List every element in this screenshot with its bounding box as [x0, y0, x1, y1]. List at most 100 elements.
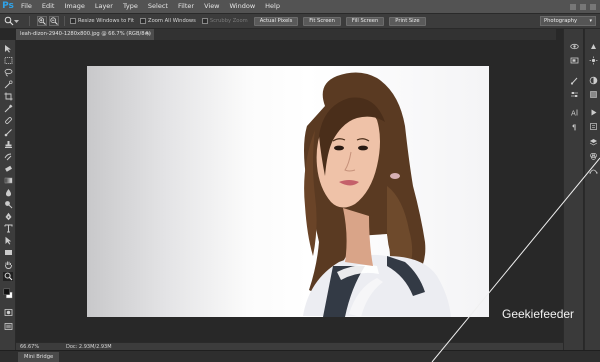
svg-text:¶: ¶: [572, 123, 576, 131]
document-tab-title: leah-dizon-2940-1280x800.jpg @ 66.7% (RG…: [20, 31, 151, 37]
arrow-icon: [5, 236, 11, 245]
screen-mode-button[interactable]: [3, 322, 13, 331]
brush-tool[interactable]: [3, 128, 13, 137]
clone-stamp-tool[interactable]: [3, 140, 13, 149]
print-size-button[interactable]: Print Size: [389, 16, 426, 26]
scrubby-zoom-checkbox[interactable]: Scrubby Zoom: [201, 18, 248, 24]
navigator-icon: [570, 57, 578, 63]
menu-help[interactable]: Help: [260, 0, 285, 13]
history-icon: [589, 122, 597, 130]
gradient-tool[interactable]: [3, 176, 13, 185]
rectangle-icon: [4, 250, 12, 255]
screen-mode-icon: [4, 323, 12, 330]
svg-text:A: A: [571, 109, 576, 117]
dodge-tool[interactable]: [3, 200, 13, 209]
path-selection-tool[interactable]: [3, 236, 13, 245]
tool-presets-button[interactable]: [568, 89, 580, 99]
tool-preset-picker[interactable]: [4, 15, 24, 27]
character-panel-button[interactable]: A: [568, 107, 580, 117]
document-tab-bar: leah-dizon-2940-1280x800.jpg @ 66.7% (RG…: [16, 29, 556, 40]
document-photo[interactable]: [87, 66, 489, 317]
blur-tool[interactable]: [3, 188, 13, 197]
zoom-all-windows-checkbox[interactable]: Zoom All Windows: [140, 18, 196, 24]
eraser-tool[interactable]: [3, 164, 13, 173]
menu-filter[interactable]: Filter: [173, 0, 199, 13]
workspace-switcher[interactable]: Photography ▾: [540, 16, 596, 26]
mini-bridge-tab[interactable]: Mini Bridge: [18, 352, 60, 362]
healing-brush-tool[interactable]: [3, 116, 13, 125]
zoom-tool[interactable]: [3, 272, 13, 281]
crop-tool[interactable]: [3, 92, 13, 101]
menu-type[interactable]: Type: [118, 0, 143, 13]
channels-icon: [589, 152, 597, 160]
checkbox-box: [140, 18, 147, 24]
scrubby-zoom-label: Scrubby Zoom: [209, 18, 248, 24]
marquee-tool[interactable]: [3, 56, 13, 65]
pen-tool[interactable]: [3, 212, 13, 221]
move-tool[interactable]: [3, 44, 13, 53]
adjustments-panel-button[interactable]: [587, 75, 599, 85]
fit-screen-button[interactable]: Fit Screen: [303, 16, 341, 26]
eraser-icon: [4, 165, 12, 172]
shape-tool[interactable]: [3, 248, 13, 257]
paragraph-panel-button[interactable]: ¶: [568, 121, 580, 131]
color-swatches[interactable]: [3, 285, 13, 301]
eyedropper-tool[interactable]: [3, 104, 13, 113]
minimize-button[interactable]: [570, 3, 576, 10]
divider: [64, 16, 65, 26]
actual-pixels-button[interactable]: Actual Pixels: [253, 16, 299, 26]
paths-panel-button[interactable]: [587, 165, 599, 175]
swatches-panel-button[interactable]: [587, 55, 599, 65]
history-brush-tool[interactable]: [3, 152, 13, 161]
channels-panel-button[interactable]: [587, 151, 599, 161]
brush-preset-icon: [570, 77, 577, 85]
lasso-tool[interactable]: [3, 68, 13, 77]
panel-dock-right: [584, 29, 600, 350]
zoom-in-button[interactable]: [37, 16, 47, 26]
menu-layer[interactable]: Layer: [90, 0, 118, 13]
menu-edit[interactable]: Edit: [37, 0, 60, 13]
marquee-icon: [4, 57, 12, 64]
navigator-panel-button[interactable]: [568, 55, 580, 65]
history-panel-button[interactable]: [587, 121, 599, 131]
zoom-level[interactable]: 66.67%: [16, 343, 42, 350]
portrait-image: [303, 72, 451, 317]
actions-panel-button[interactable]: [587, 107, 599, 117]
play-icon: [591, 109, 596, 115]
histogram-panel-button[interactable]: [568, 41, 580, 51]
panel-dock-left: A ¶: [563, 29, 583, 350]
brush-presets-button[interactable]: [568, 75, 580, 85]
menu-select[interactable]: Select: [143, 0, 173, 13]
color-panel-button[interactable]: [587, 41, 599, 51]
type-tool[interactable]: [3, 224, 13, 233]
history-brush-icon: [4, 153, 11, 161]
brush-icon: [4, 129, 12, 137]
gradient-icon: [4, 177, 12, 184]
status-bar: 66.67% Doc: 2.93M/2.93M: [16, 342, 563, 350]
menu-file[interactable]: File: [16, 0, 37, 13]
menu-view[interactable]: View: [199, 0, 224, 13]
styles-panel-button[interactable]: [587, 89, 599, 99]
eye-icon: [569, 43, 579, 49]
menu-image[interactable]: Image: [59, 0, 89, 13]
lasso-icon: [4, 68, 12, 77]
sliders-icon: [570, 91, 578, 97]
sun-icon: [589, 56, 597, 64]
quick-mask-button[interactable]: [3, 308, 13, 317]
droplet-icon: [5, 189, 11, 197]
zoom-out-button[interactable]: [49, 16, 59, 26]
fill-screen-button[interactable]: Fill Screen: [345, 16, 385, 26]
canvas-area[interactable]: [16, 40, 563, 342]
resize-windows-label: Resize Windows to Fit: [78, 18, 135, 24]
hand-tool[interactable]: [3, 260, 13, 269]
quick-selection-tool[interactable]: [3, 80, 13, 89]
layers-panel-button[interactable]: [587, 137, 599, 147]
workspace-label: Photography: [544, 18, 578, 24]
maximize-button[interactable]: [580, 3, 586, 10]
close-icon[interactable]: ×: [146, 29, 151, 40]
document-tab[interactable]: leah-dizon-2940-1280x800.jpg @ 66.7% (RG…: [16, 29, 154, 40]
resize-windows-checkbox[interactable]: Resize Windows to Fit: [70, 18, 134, 24]
menu-window[interactable]: Window: [225, 0, 261, 13]
close-window-button[interactable]: [590, 3, 596, 10]
photoshop-logo: Ps: [0, 0, 16, 13]
